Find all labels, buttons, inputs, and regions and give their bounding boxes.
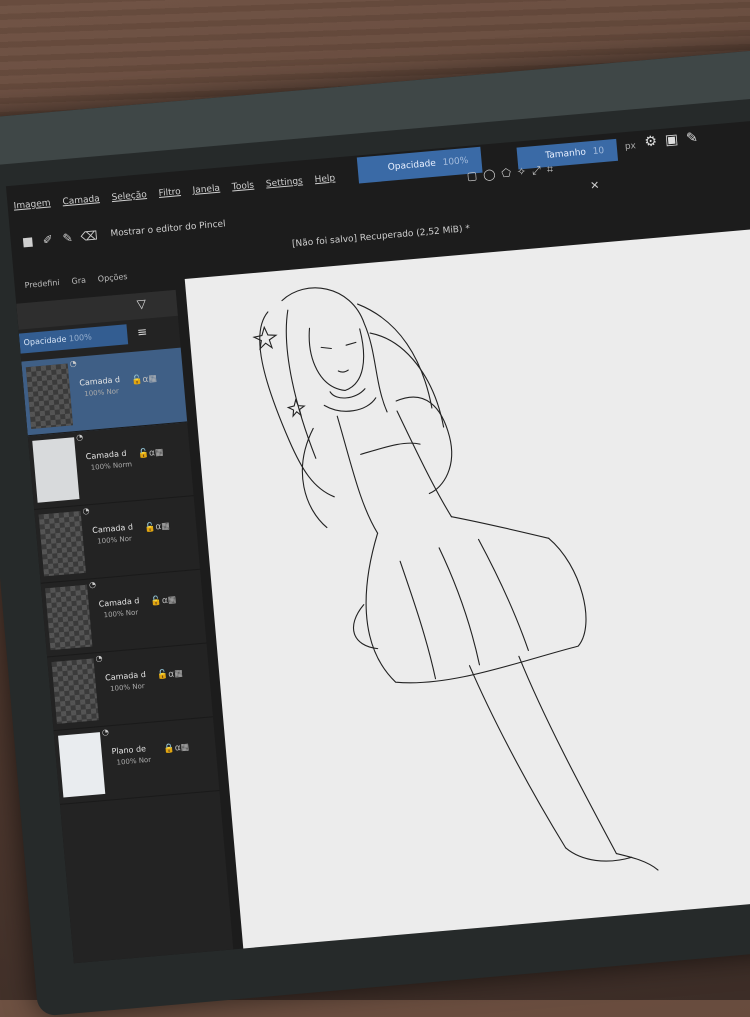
layer-thumbnail	[45, 584, 93, 651]
alpha-lock-icon[interactable]: 🔓α▦	[150, 595, 176, 607]
size-label: Tamanho	[544, 147, 587, 162]
layer-blend: 100% Nor	[109, 682, 146, 694]
menu-camada[interactable]: Camada	[62, 194, 101, 219]
layer-thumbnail	[51, 658, 99, 724]
layer-name: Plano de	[111, 744, 147, 757]
layer-thumbnail	[25, 363, 74, 429]
layer-blend: 100% Norm	[90, 460, 133, 472]
eraser-icon[interactable]: ⌫	[80, 228, 98, 243]
magic-wand-icon[interactable]: ✧	[516, 165, 526, 180]
drawing-canvas[interactable]	[184, 223, 750, 957]
visibility-icon[interactable]: ◔	[95, 654, 103, 664]
visibility-icon[interactable]: ◔	[82, 506, 90, 516]
pin-icon[interactable]: ✎	[685, 130, 698, 147]
visibility-icon[interactable]: ◔	[69, 359, 77, 369]
tab-predefinicoes[interactable]: Predefini	[24, 278, 60, 290]
alpha-lock-icon[interactable]: 🔓α▦	[157, 669, 183, 681]
layer-row[interactable]: ◔ Plano de 100% Nor 🔒α▦	[53, 716, 220, 805]
menu-settings[interactable]: Settings	[266, 176, 305, 201]
menu-selecao[interactable]: Seleção	[111, 190, 148, 215]
layer-blend: 100% Nor	[103, 608, 139, 620]
menu-tools[interactable]: Tools	[232, 181, 256, 205]
brush-icon[interactable]: ✎	[60, 230, 75, 246]
filter-icon[interactable]: ▽	[136, 297, 146, 312]
top-right-tools: ⚙ ▣ ✎	[644, 130, 699, 151]
settings-icon[interactable]: ⚙	[644, 133, 658, 150]
size-value: 10	[592, 145, 605, 157]
tab-gradiente[interactable]: Gra	[71, 276, 86, 286]
alpha-lock-icon[interactable]: 🔓α▦	[131, 374, 157, 386]
app-screen: Opacidade 100% Tamanho 10 px ⚙ ▣ ✎ Image…	[5, 117, 750, 964]
menu-imagem[interactable]: Imagem	[13, 198, 52, 223]
rect-select-icon[interactable]: ▢	[466, 169, 478, 184]
layers-menu-icon[interactable]: ≡	[137, 325, 148, 340]
layer-name: Camada d	[98, 596, 140, 609]
frame-icon[interactable]: ▣	[664, 132, 679, 149]
layer-name: Camada d	[85, 448, 127, 462]
visibility-icon[interactable]: ◔	[102, 727, 110, 737]
menu-filtro[interactable]: Filtro	[158, 187, 182, 211]
tab-opcoes[interactable]: Opções	[97, 272, 127, 284]
layer-name: Camada d	[104, 669, 147, 683]
lock-icon[interactable]: 🔒α▦	[163, 742, 189, 754]
visibility-icon[interactable]: ◔	[89, 580, 97, 590]
menu-help[interactable]: Help	[314, 174, 336, 198]
alpha-lock-icon[interactable]: 🔓α▦	[137, 448, 163, 460]
close-icon[interactable]: ✕	[590, 179, 600, 193]
opacity-value: 100%	[442, 155, 469, 169]
ellipse-select-icon[interactable]: ◯	[483, 168, 496, 183]
size-unit: px	[624, 141, 637, 153]
layer-opacity-slider[interactable]: Opacidade 100%	[18, 324, 129, 354]
layers-panel-header: ▽	[16, 289, 178, 330]
opacity-label: Opacidade	[387, 158, 437, 173]
layer-blend: 100% Nor	[116, 755, 152, 767]
layer-blend: 100% Nor	[84, 387, 120, 399]
eyedropper-icon[interactable]: ✐	[40, 232, 55, 247]
opacity-slider[interactable]: Opacidade 100%	[356, 146, 483, 184]
layer-thumbnail	[32, 437, 80, 503]
tablet-device: Opacidade 100% Tamanho 10 px ⚙ ▣ ✎ Image…	[0, 46, 750, 1017]
menu-janela[interactable]: Janela	[192, 184, 221, 208]
transform-icon[interactable]: ⤢	[532, 164, 542, 179]
poly-select-icon[interactable]: ⬠	[501, 166, 512, 181]
layer-thumbnail	[58, 732, 106, 798]
panel-tabs: Predefini Gra Opções	[14, 272, 128, 291]
crop-icon[interactable]: ⌗	[546, 163, 553, 177]
layer-name: Camada d	[78, 375, 121, 388]
visibility-icon[interactable]: ◔	[76, 432, 84, 442]
sketch-drawing	[252, 287, 659, 871]
layer-blend: 100% Nor	[96, 534, 133, 546]
layer-thumbnail	[38, 510, 86, 577]
alpha-lock-icon[interactable]: 🔓α▦	[144, 521, 170, 533]
color-swatch-icon[interactable]: ■	[20, 234, 35, 249]
brush-editor-label[interactable]: Mostrar o editor do Pincel	[110, 219, 226, 239]
layer-name: Camada d	[91, 522, 134, 536]
